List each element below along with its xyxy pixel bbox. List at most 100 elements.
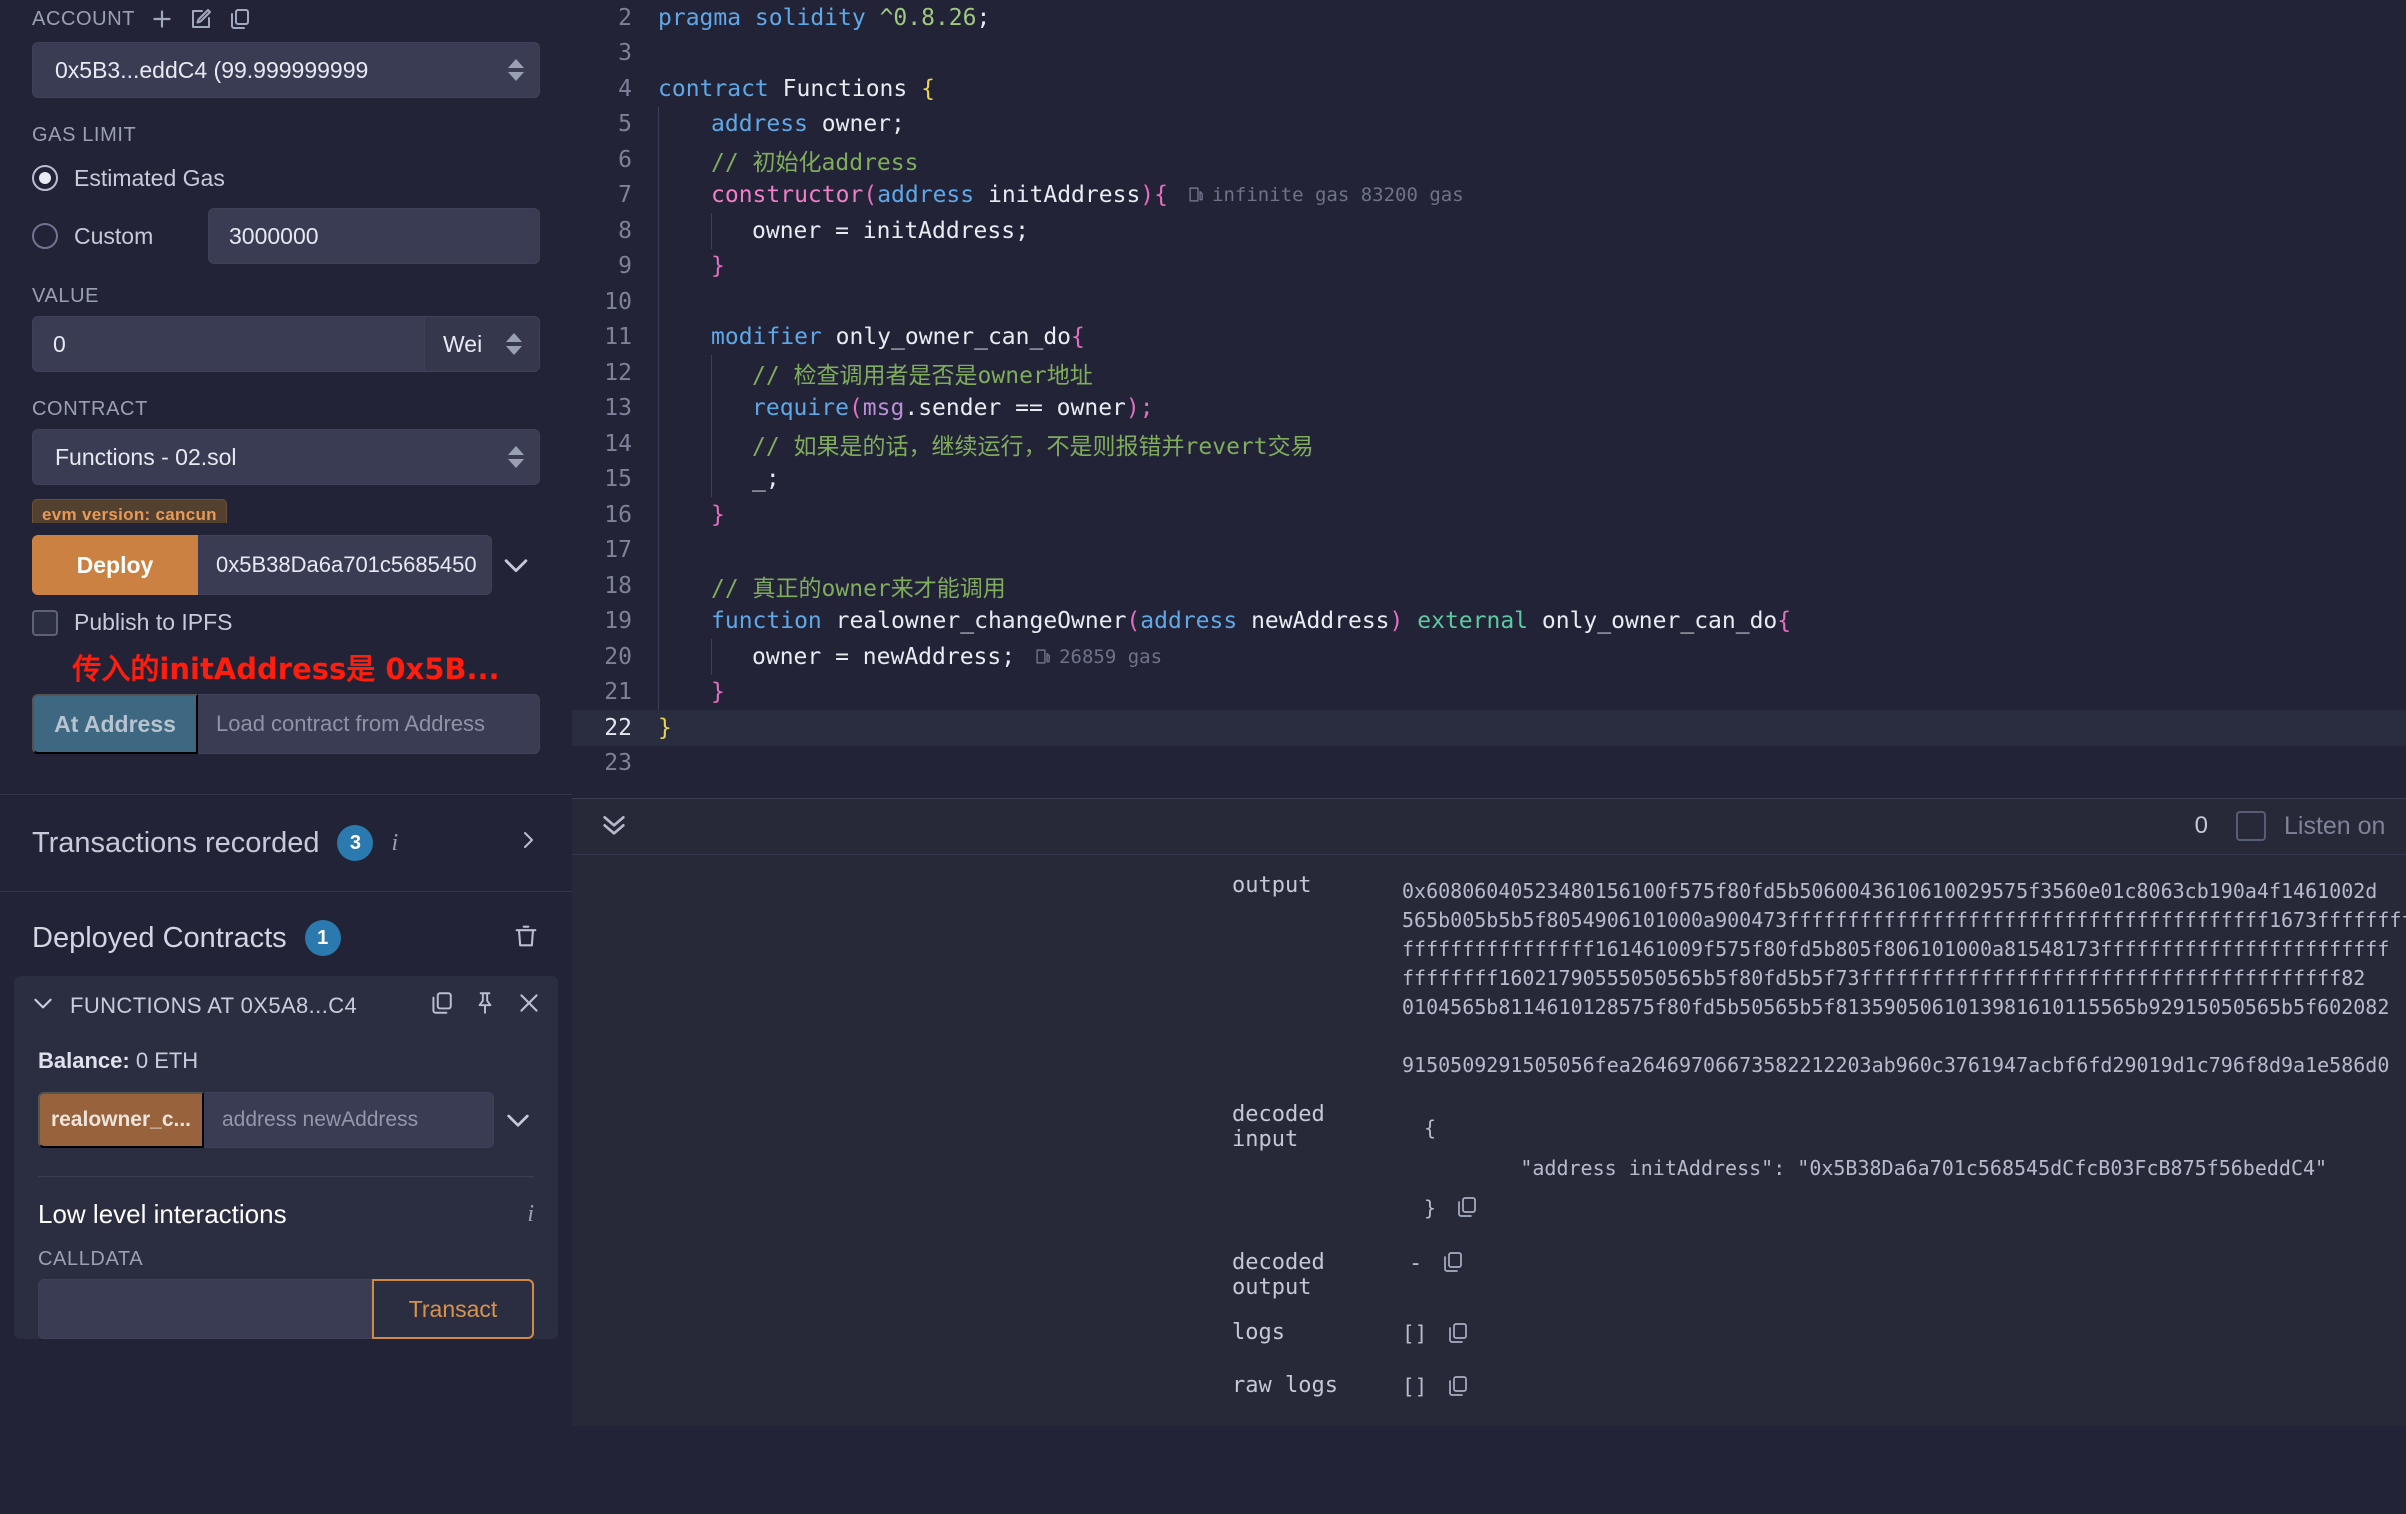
code-line[interactable]: 10 xyxy=(572,284,2406,320)
deployed-contract-name: FUNCTIONS AT 0X5A8...C4 xyxy=(70,993,358,1018)
code-line[interactable]: 21} xyxy=(572,674,2406,710)
chevron-down-icon[interactable] xyxy=(494,1104,542,1136)
chevron-right-icon[interactable] xyxy=(516,826,540,860)
chevron-updown-icon[interactable] xyxy=(503,59,529,81)
account-select[interactable]: 0x5B3...eddC4 (99.999999999 xyxy=(32,42,540,98)
chevron-down-icon[interactable] xyxy=(492,535,540,595)
estimated-gas-row[interactable]: Estimated Gas xyxy=(32,155,540,201)
deployed-contract-title-row[interactable]: FUNCTIONS AT 0X5A8...C4 xyxy=(30,990,542,1022)
estimated-gas-radio[interactable] xyxy=(32,165,58,191)
code-line[interactable]: 5 address owner; xyxy=(572,106,2406,142)
contract-function-row: realowner_c... address newAddress xyxy=(38,1092,542,1148)
code-line[interactable]: 18 // 真正的owner来才能调用 xyxy=(572,568,2406,604)
low-level-interactions-header: Low level interactions i xyxy=(30,1177,542,1230)
code-text: } xyxy=(711,679,725,706)
at-address-button[interactable]: At Address xyxy=(32,694,198,754)
transact-button[interactable]: Transact xyxy=(372,1279,534,1339)
new-address-input[interactable]: address newAddress xyxy=(204,1092,494,1148)
value-unit-select[interactable]: Wei xyxy=(424,316,540,372)
code-line[interactable]: 12 // 检查调用者是否是owner地址 xyxy=(572,355,2406,391)
double-chevron-down-icon[interactable] xyxy=(598,808,630,845)
at-address-row: At Address Load contract from Address xyxy=(32,694,540,754)
code-line[interactable]: 3 xyxy=(572,36,2406,72)
at-address-input[interactable]: Load contract from Address xyxy=(198,694,540,754)
indent-guide xyxy=(658,142,711,178)
code-text: owner = newAddress; xyxy=(752,643,1016,670)
info-icon[interactable]: i xyxy=(527,1201,534,1228)
trash-icon[interactable] xyxy=(512,922,540,955)
chevron-updown-icon[interactable] xyxy=(501,333,527,355)
line-number: 19 xyxy=(604,608,632,635)
line-number: 9 xyxy=(618,253,632,280)
terminal-row-key: output xyxy=(1232,872,1312,898)
line-number: 8 xyxy=(618,217,632,244)
publish-ipfs-checkbox[interactable] xyxy=(32,609,58,636)
pin-icon[interactable] xyxy=(472,990,498,1022)
code-line[interactable]: 7 constructor(address initAddress){infini… xyxy=(572,177,2406,213)
copy-icon[interactable] xyxy=(227,7,251,31)
calldata-row: Transact xyxy=(38,1279,534,1339)
custom-gas-value: 3000000 xyxy=(229,222,319,249)
line-number: 15 xyxy=(604,466,632,493)
realowner-changeowner-button[interactable]: realowner_c... xyxy=(38,1092,204,1148)
line-number: 5 xyxy=(618,111,632,138)
deploy-arg-input[interactable]: 0x5B38Da6a701c5685450 xyxy=(198,535,492,595)
code-line[interactable]: 4 contract Functions { xyxy=(572,71,2406,107)
deployed-contracts-count: 1 xyxy=(304,920,341,956)
line-number: 23 xyxy=(604,750,632,777)
terminal-row: output 0x60806040523480156100f575f80fd5b5… xyxy=(572,873,2406,1080)
code-line[interactable]: 9} xyxy=(572,248,2406,284)
deploy-button[interactable]: Deploy xyxy=(32,535,198,595)
custom-gas-label: Custom xyxy=(74,222,154,249)
code-line[interactable]: 8 owner = initAddress; xyxy=(572,213,2406,249)
code-line[interactable]: 15 _; xyxy=(572,461,2406,497)
code-text: address owner; xyxy=(711,111,905,138)
copy-icon[interactable] xyxy=(1445,1321,1469,1353)
deploy-arg-value: 0x5B38Da6a701c5685450 xyxy=(216,552,477,577)
code-line[interactable]: 17 xyxy=(572,532,2406,568)
terminal-row: decoded output - xyxy=(572,1250,2406,1300)
code-line[interactable]: 16} xyxy=(572,497,2406,533)
code-text: pragma solidity ^0.8.26; xyxy=(658,4,991,31)
chevron-down-icon[interactable] xyxy=(30,990,56,1022)
copy-icon[interactable] xyxy=(428,990,454,1022)
code-line[interactable]: 14 // 如果是的话，继续运行，不是则报错并revert交易 xyxy=(572,426,2406,462)
indent-guide xyxy=(658,497,711,533)
annotation-text: 传入的initAddress是 0x5B... xyxy=(72,652,500,686)
value-input[interactable]: 0 xyxy=(32,316,424,372)
code-line[interactable]: 19 function realowner_changeOwner(address… xyxy=(572,603,2406,639)
plus-icon[interactable] xyxy=(149,6,175,32)
code-line[interactable]: 22} xyxy=(572,710,2406,746)
code-line[interactable]: 11 modifier only_owner_can_do{ xyxy=(572,319,2406,355)
code-line[interactable]: 2 pragma solidity ^0.8.26; xyxy=(572,0,2406,36)
terminal-row: decoded input { "address initAddress": "0… xyxy=(572,1102,2406,1232)
value-row: 0 Wei xyxy=(32,316,540,372)
transactions-recorded-row[interactable]: Transactions recorded 3 i xyxy=(0,794,572,892)
code-line[interactable]: 6 // 初始化address xyxy=(572,142,2406,178)
fuel-pump-icon xyxy=(1035,646,1052,668)
code-line[interactable]: 20 owner = newAddress; 26859 gas xyxy=(572,639,2406,675)
terminal-row-value: 0x60806040523480156100f575f80fd5b5060043… xyxy=(1402,878,2406,1077)
contract-select[interactable]: Functions - 02.sol xyxy=(32,429,540,485)
custom-gas-input[interactable]: 3000000 xyxy=(208,208,540,264)
close-icon[interactable] xyxy=(516,990,542,1022)
value-label: VALUE xyxy=(32,285,100,307)
listen-on-checkbox[interactable] xyxy=(2235,811,2266,842)
terminal-count: 0 xyxy=(2194,812,2208,840)
contract-label: CONTRACT xyxy=(32,398,148,420)
copy-icon[interactable] xyxy=(1454,1192,1478,1232)
terminal-row-value: - xyxy=(1402,1250,1464,1280)
code-line[interactable]: 13 require(msg.sender == owner); xyxy=(572,390,2406,426)
calldata-input[interactable] xyxy=(38,1279,372,1339)
info-icon[interactable]: i xyxy=(391,830,398,857)
custom-gas-row[interactable]: Custom 3000000 xyxy=(32,208,540,264)
code-line[interactable]: 23 xyxy=(572,746,2406,782)
chevron-updown-icon[interactable] xyxy=(503,446,529,468)
copy-icon[interactable] xyxy=(1445,1374,1469,1406)
custom-gas-radio[interactable] xyxy=(32,223,58,249)
code-editor[interactable]: 2 pragma solidity ^0.8.26; 3 4 contract Func… xyxy=(572,0,2406,798)
edit-icon[interactable] xyxy=(189,7,213,31)
publish-ipfs-row[interactable]: Publish to IPFS xyxy=(32,609,540,636)
copy-icon[interactable] xyxy=(1440,1250,1464,1280)
estimated-gas-label: Estimated Gas xyxy=(74,164,225,191)
